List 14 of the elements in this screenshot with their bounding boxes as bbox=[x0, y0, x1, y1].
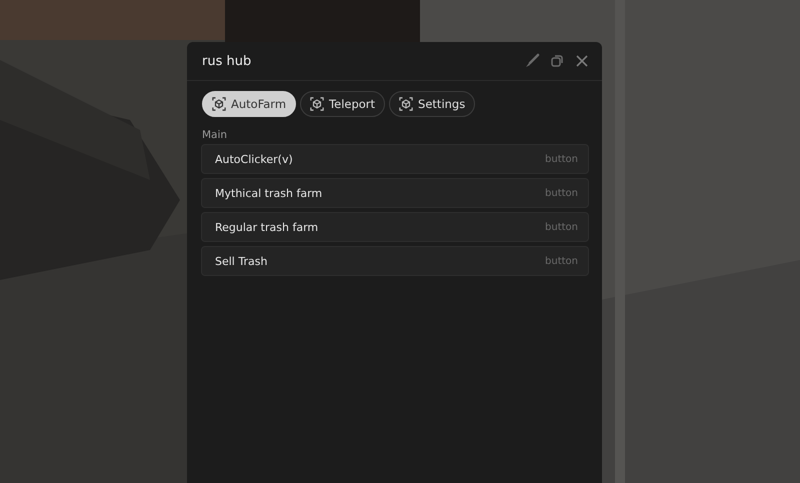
action-button[interactable]: Sell Trash button bbox=[201, 246, 589, 276]
action-button[interactable]: Regular trash farm button bbox=[201, 212, 589, 242]
restore-icon[interactable] bbox=[549, 53, 565, 69]
section-title: Main bbox=[201, 128, 228, 143]
tab[interactable]: Settings bbox=[389, 91, 476, 117]
action-button[interactable]: Mythical trash farm button bbox=[201, 178, 589, 208]
action-button[interactable]: AutoClicker(v) button bbox=[201, 144, 589, 174]
cube-icon bbox=[212, 97, 226, 111]
cube-icon bbox=[310, 97, 324, 111]
window-title: rus hub bbox=[202, 54, 252, 68]
cube-icon bbox=[399, 97, 414, 111]
close-icon[interactable] bbox=[574, 53, 590, 69]
tab[interactable]: Teleport bbox=[300, 91, 386, 117]
tab[interactable]: AutoFarm bbox=[202, 91, 296, 117]
